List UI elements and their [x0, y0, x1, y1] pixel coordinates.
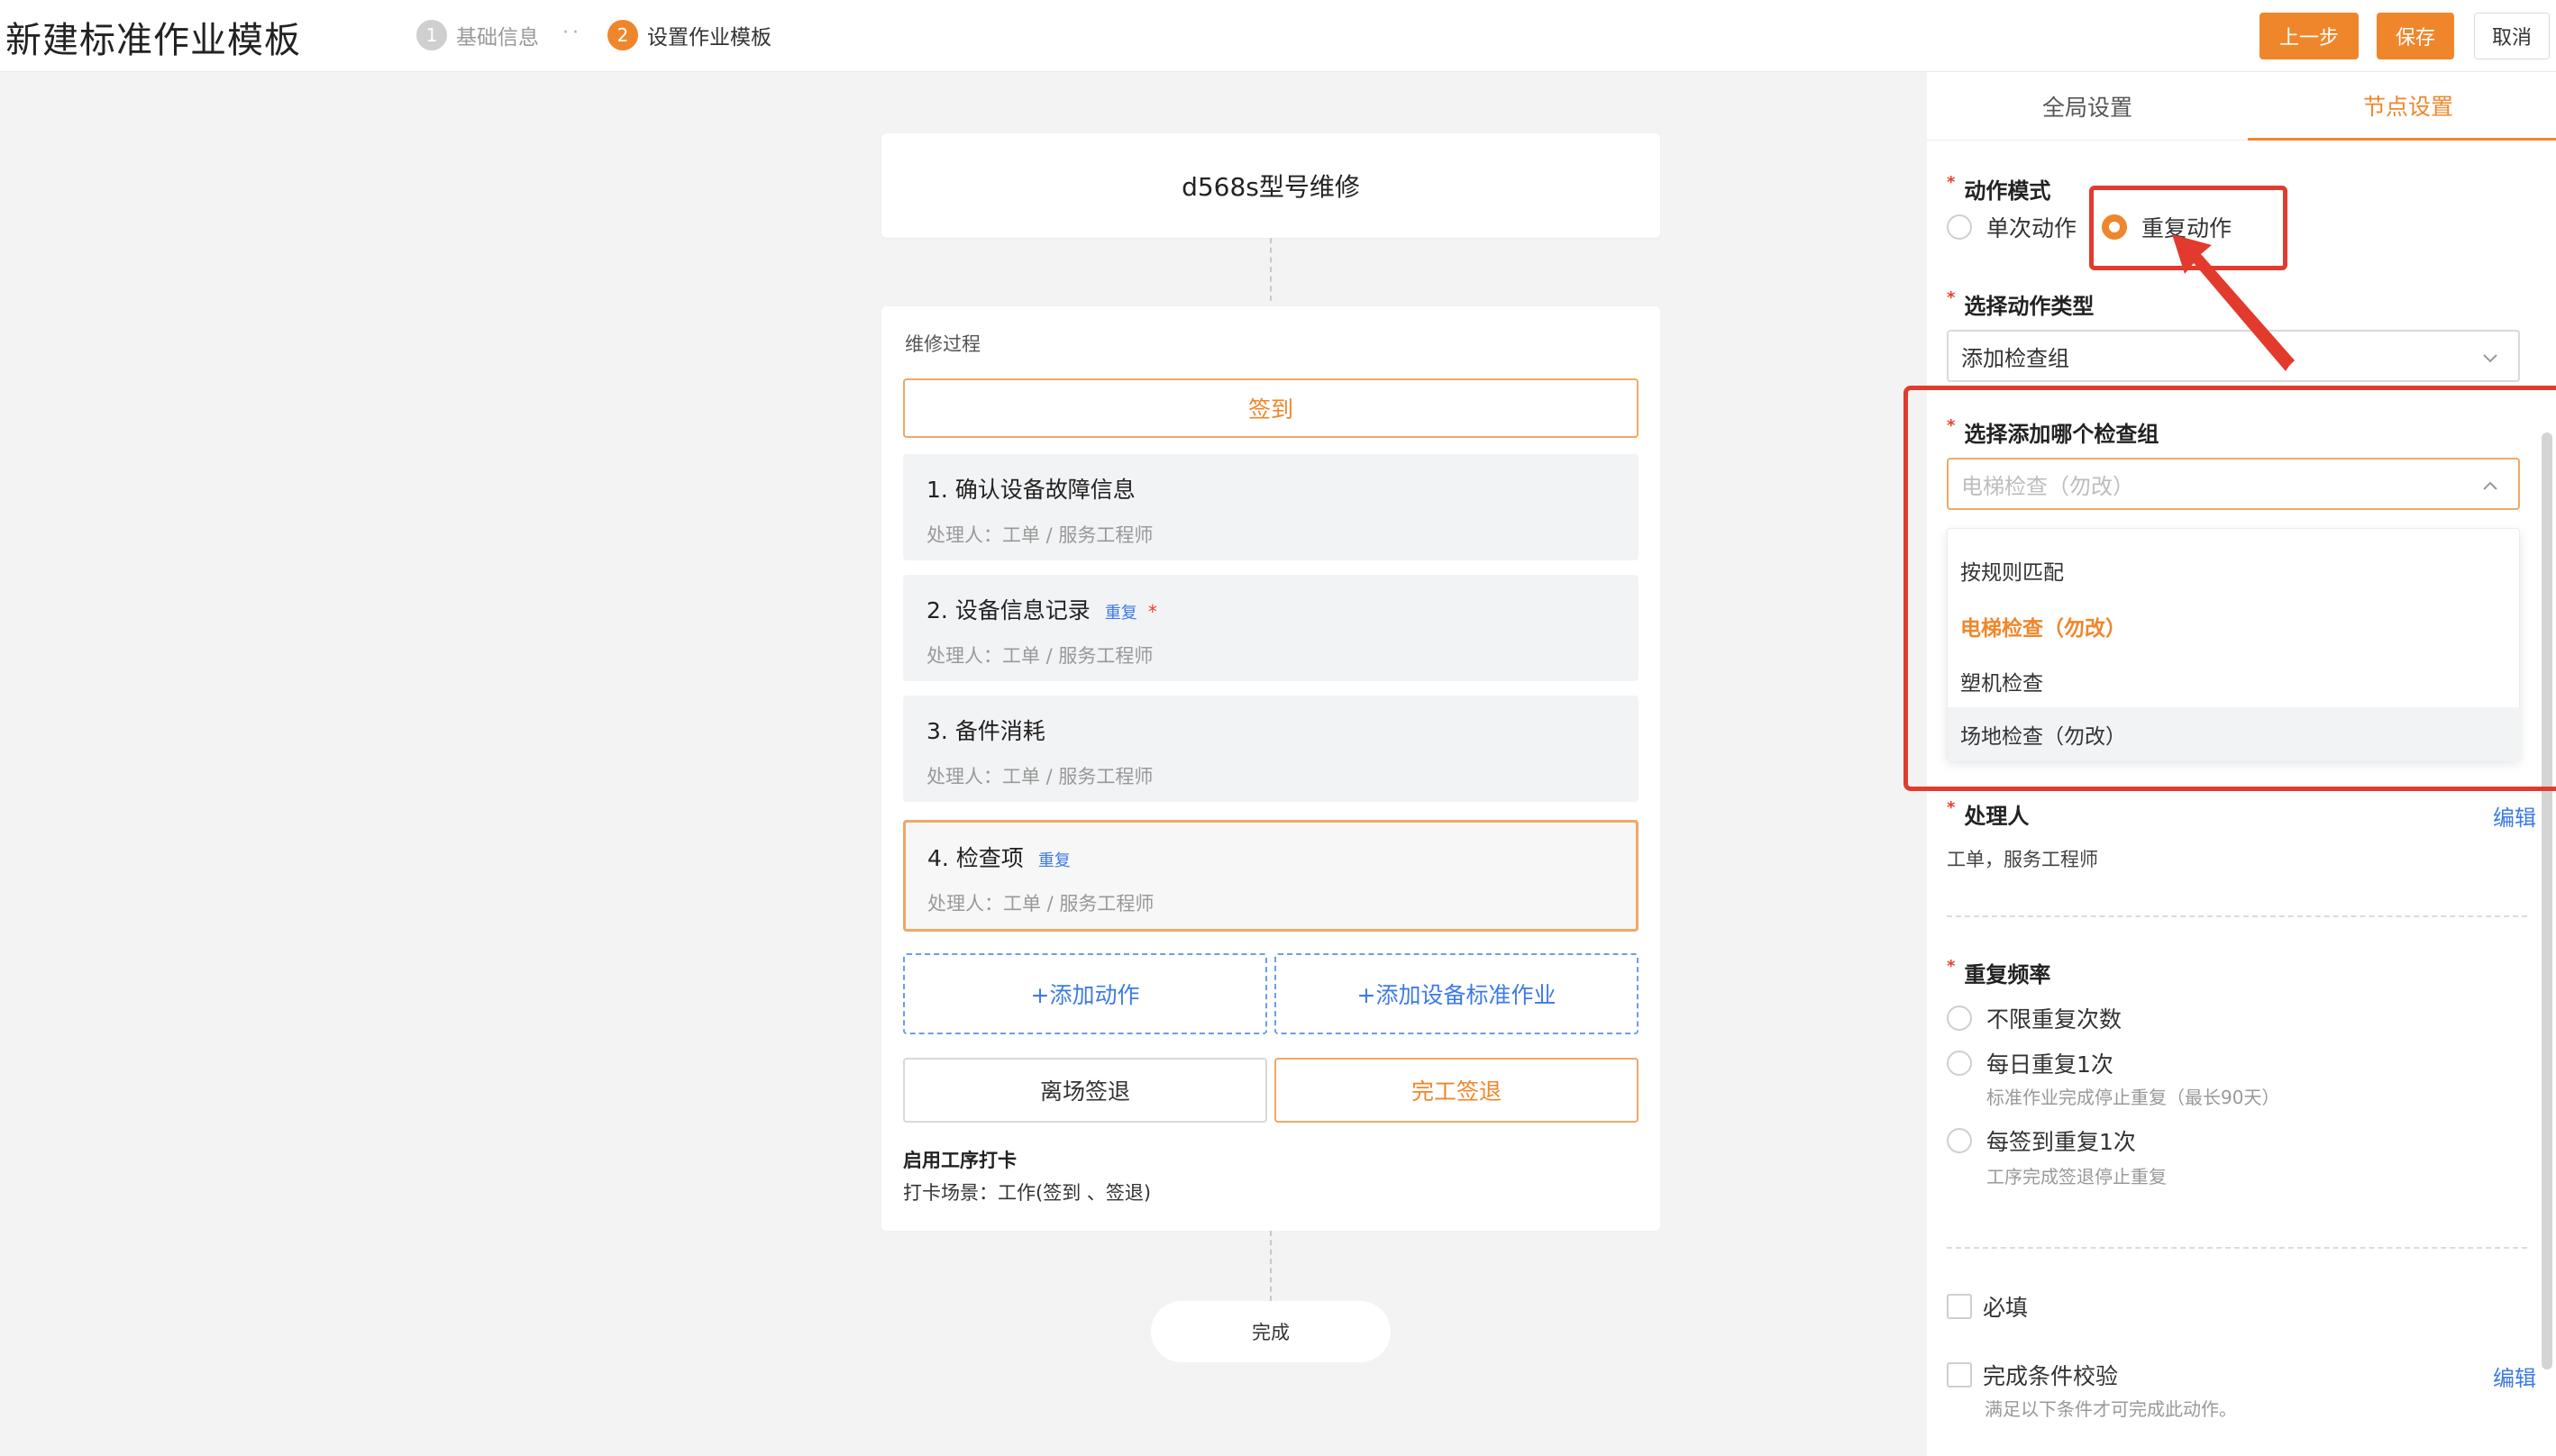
action-item-handler: 处理人：工单 / 服务工程师	[927, 766, 1154, 787]
add-action-button[interactable]: +添加动作	[903, 953, 1267, 1034]
action-item-name: 2. 设备信息记录 重复 *	[927, 597, 1157, 623]
action-item-handler: 处理人：工单 / 服务工程师	[927, 645, 1154, 667]
action-item-2[interactable]: 2. 设备信息记录 重复 * 处理人：工单 / 服务工程师	[903, 575, 1639, 681]
section-divider	[1947, 1247, 2527, 1249]
action-mode-label: * 动作模式	[1947, 173, 2051, 204]
completion-check-hint: 满足以下条件才可完成此动作。	[1985, 1398, 2237, 1420]
annotation-box-check-group	[1903, 386, 2556, 791]
tab-node-settings[interactable]: 节点设置	[2248, 72, 2556, 141]
top-header: 新建标准作业模板 1 基础信息 ·· 2 设置作业模板 上一步 保存 取消	[0, 0, 2556, 72]
leave-checkout-node[interactable]: 离场签退	[903, 1058, 1267, 1123]
save-button[interactable]: 保存	[2377, 13, 2454, 59]
daily-repeat-hint: 标准作业完成停止重复（最长90天）	[1986, 1087, 2280, 1108]
action-type-label: * 选择动作类型	[1947, 288, 2095, 319]
completion-check-checkbox[interactable]: 完成条件校验	[1947, 1359, 2118, 1391]
add-standard-job-button[interactable]: +添加设备标准作业	[1274, 953, 1639, 1034]
handler-value: 工单，服务工程师	[1947, 849, 2098, 870]
radio-daily-repeat[interactable]: 每日重复1次	[1947, 1047, 2113, 1079]
required-mark: *	[1147, 601, 1157, 623]
section-divider	[1947, 915, 2527, 917]
page-title: 新建标准作业模板	[5, 20, 301, 61]
action-item-name: 1. 确认设备故障信息	[927, 477, 1136, 503]
punch-title: 启用工序打卡	[903, 1150, 1017, 1171]
action-item-1[interactable]: 1. 确认设备故障信息 处理人：工单 / 服务工程师	[903, 454, 1639, 560]
radio-unlimited-repeat[interactable]: 不限重复次数	[1947, 1002, 2122, 1034]
finish-checkout-node[interactable]: 完工签退	[1274, 1058, 1639, 1123]
completion-check-edit-link[interactable]: 编辑	[2493, 1360, 2536, 1392]
chevron-down-icon	[2483, 354, 2497, 363]
action-item-name: 4. 检查项 重复	[927, 845, 1071, 871]
panel-tabs: 全局设置 节点设置	[1927, 72, 2556, 141]
tab-global-settings[interactable]: 全局设置	[1927, 72, 2248, 141]
done-node[interactable]: 完成	[1151, 1301, 1391, 1362]
radio-circle	[1947, 1006, 1972, 1031]
step-set-template[interactable]: 2 设置作业模板	[607, 20, 771, 50]
per-signin-repeat-hint: 工序完成签退停止重复	[1986, 1166, 2167, 1188]
flow-connector	[1270, 1231, 1272, 1301]
punch-scene: 打卡场景：工作(签到 、签退)	[903, 1182, 1152, 1204]
action-item-handler: 处理人：工单 / 服务工程师	[927, 524, 1154, 546]
template-name-card[interactable]: d568s型号维修	[881, 133, 1660, 238]
process-card: 维修过程 签到 1. 确认设备故障信息 处理人：工单 / 服务工程师 2. 设备…	[881, 306, 1660, 1231]
step-basic-info[interactable]: 1 基础信息	[416, 20, 539, 50]
radio-circle	[1947, 214, 1972, 240]
step-label-2: 设置作业模板	[647, 26, 771, 50]
repeat-tag: 重复	[1037, 851, 1071, 870]
handler-label: * 处理人	[1947, 798, 2030, 829]
action-item-handler: 处理人：工单 / 服务工程师	[927, 893, 1155, 915]
action-item-name: 3. 备件消耗	[927, 718, 1045, 744]
step-number-2: 2	[607, 20, 638, 50]
required-checkbox[interactable]: 必填	[1947, 1290, 2028, 1323]
action-item-4-selected[interactable]: 4. 检查项 重复 处理人：工单 / 服务工程师	[903, 820, 1639, 932]
checkbox-box	[1947, 1294, 1972, 1319]
radio-circle	[1947, 1051, 1972, 1076]
radio-single-action[interactable]: 单次动作	[1947, 211, 2077, 243]
handler-edit-link[interactable]: 编辑	[2493, 800, 2536, 832]
step-number-1: 1	[416, 20, 447, 50]
action-item-3[interactable]: 3. 备件消耗 处理人：工单 / 服务工程师	[903, 696, 1639, 802]
checkbox-box	[1947, 1362, 1972, 1388]
repeat-tag: 重复	[1104, 604, 1137, 623]
radio-circle	[1947, 1128, 1972, 1153]
annotation-arrow-icon	[2172, 234, 2295, 371]
step-label-1: 基础信息	[456, 26, 539, 50]
signin-node[interactable]: 签到	[903, 378, 1639, 438]
flow-connector	[1270, 238, 1272, 301]
cancel-button[interactable]: 取消	[2474, 13, 2550, 59]
process-label: 维修过程	[905, 333, 981, 355]
previous-step-button[interactable]: 上一步	[2259, 13, 2359, 59]
frequency-label: * 重复频率	[1947, 957, 2051, 987]
radio-per-signin-repeat[interactable]: 每签到重复1次	[1947, 1124, 2136, 1157]
step-separator: ··	[562, 22, 582, 44]
